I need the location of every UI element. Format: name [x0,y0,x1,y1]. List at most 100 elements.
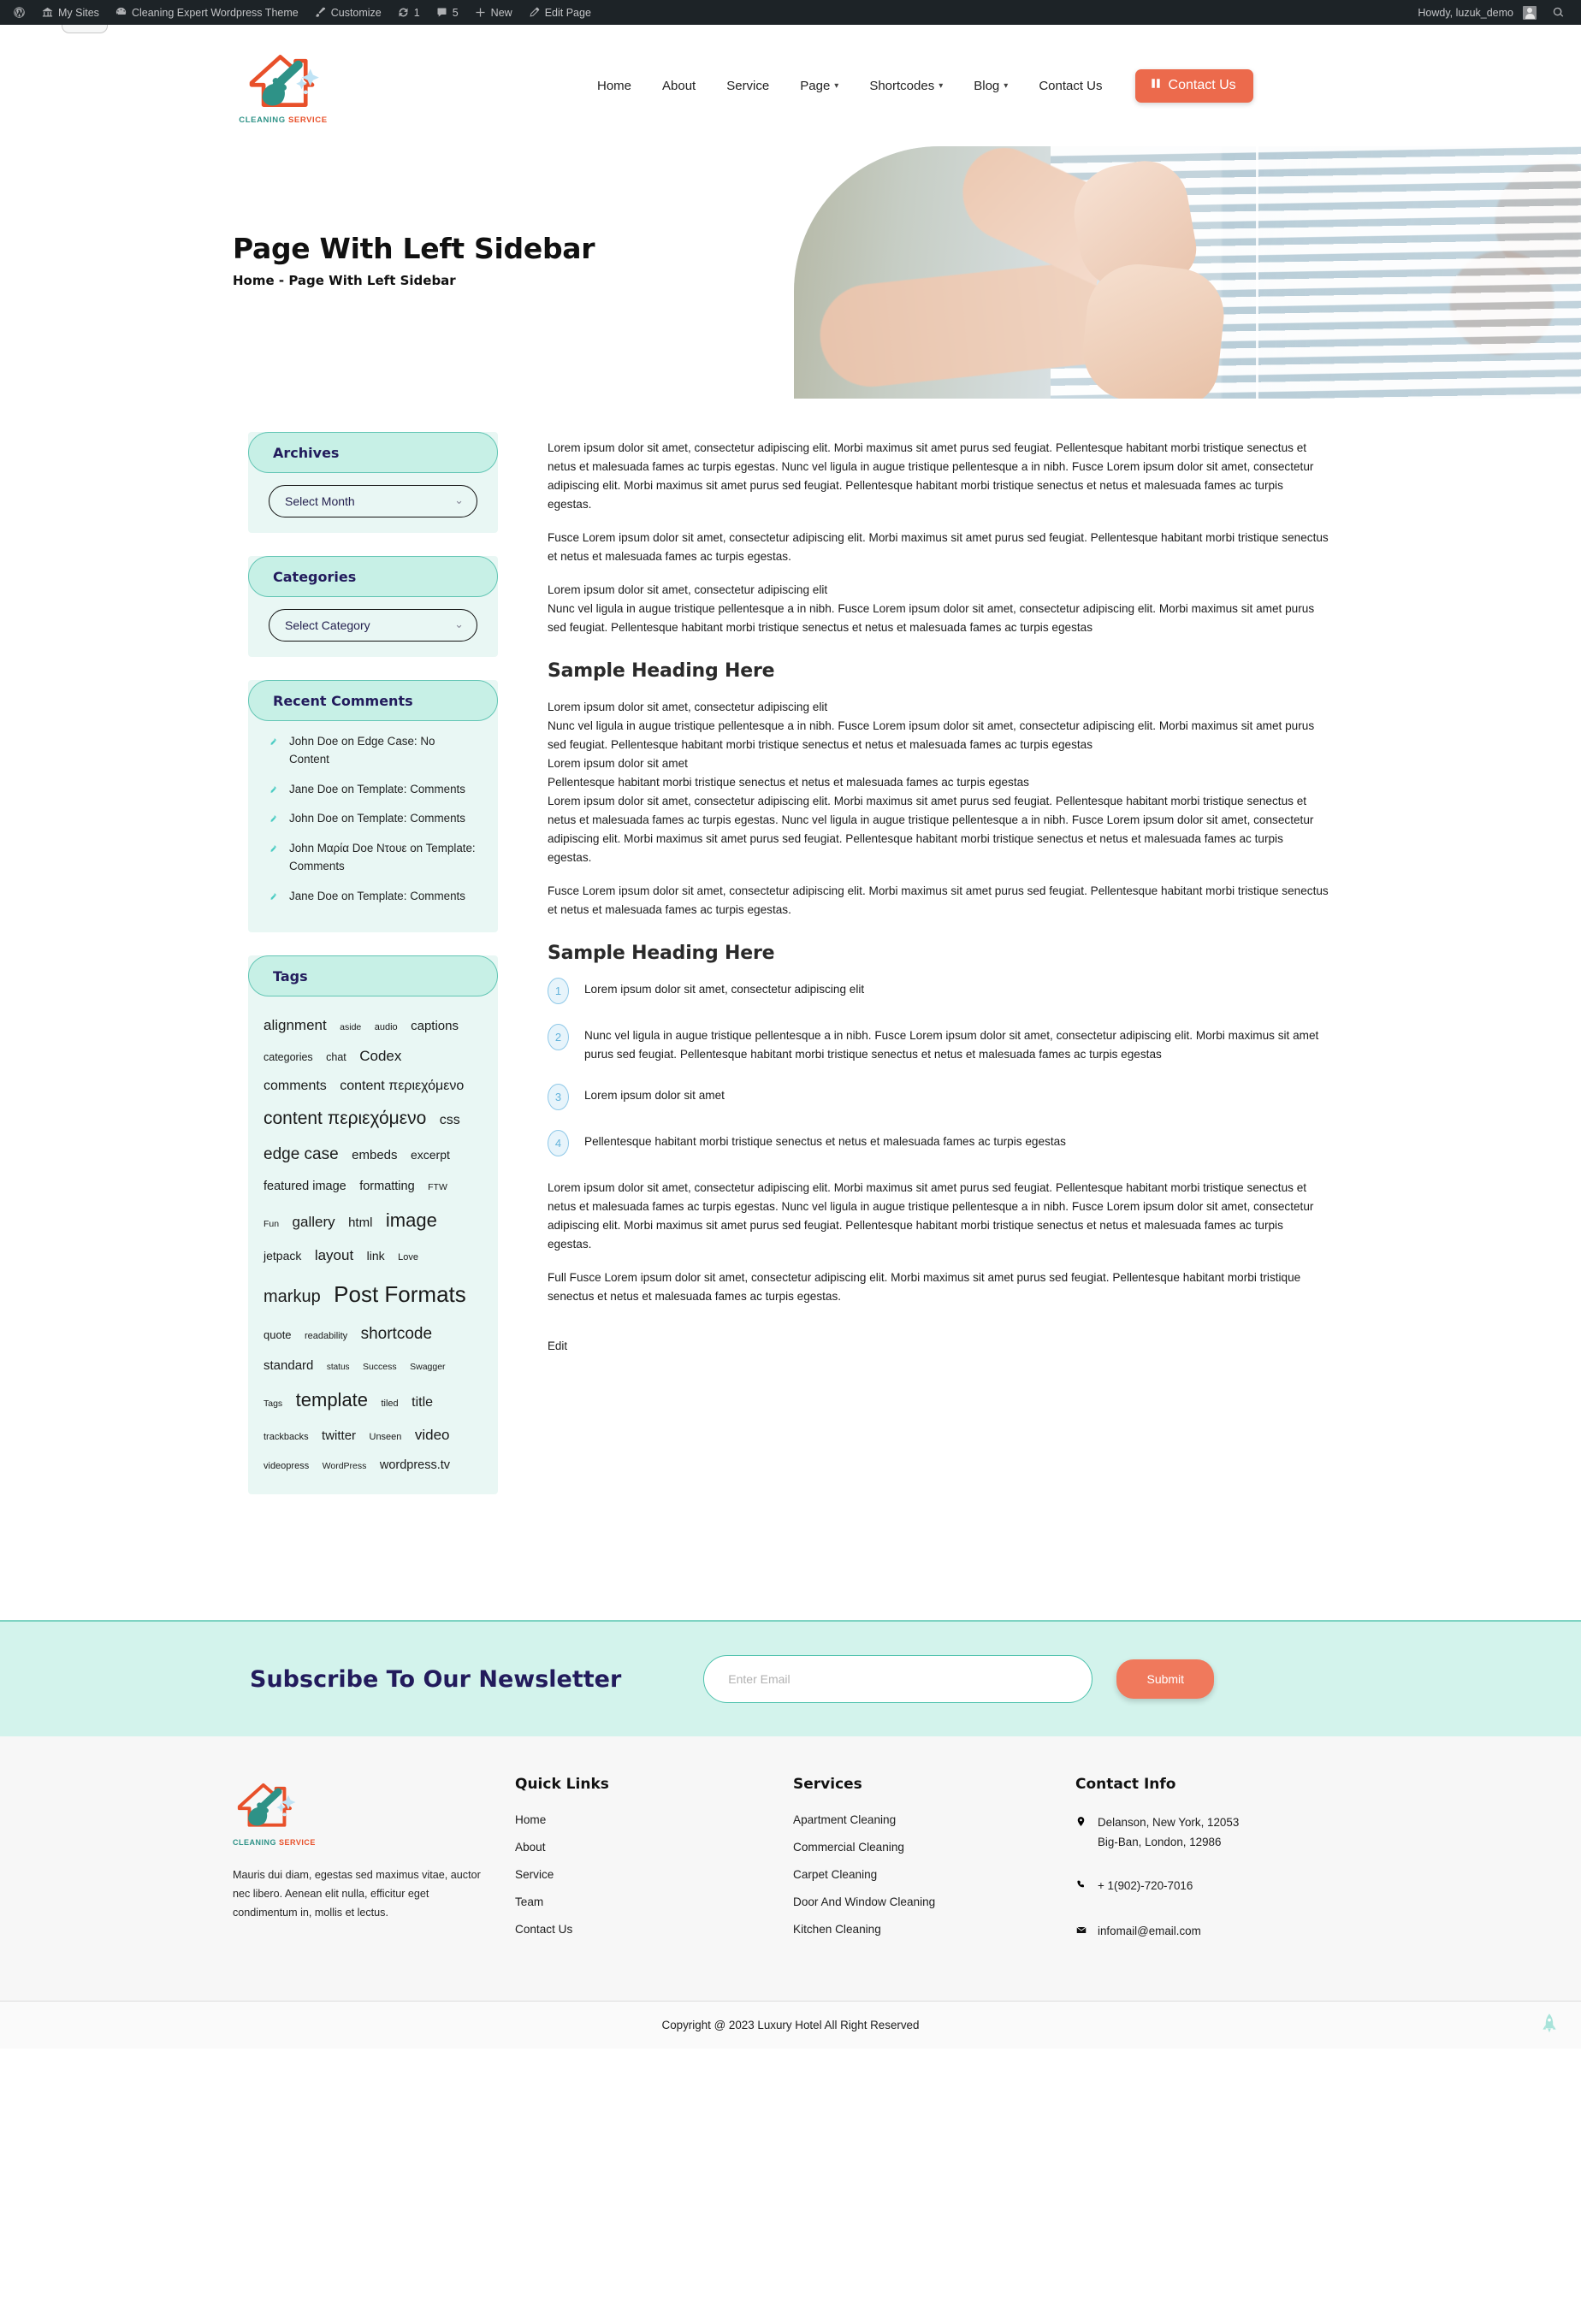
sites-icon [41,6,54,19]
tag-link[interactable]: status [327,1358,350,1376]
footer-link-service[interactable]: Service [515,1868,793,1881]
tag-link[interactable]: aside [340,1018,361,1037]
tag-link[interactable]: video [415,1420,450,1451]
tag-link[interactable]: Success [363,1357,397,1376]
tag-link[interactable]: Fun [264,1215,279,1233]
tag-link[interactable]: standard [264,1352,313,1380]
admin-bar-item-comments[interactable]: 5 [428,0,466,25]
widget-title-archives: Archives [248,432,498,473]
footer-service-door-and-window-cleaning[interactable]: Door And Window Cleaning [793,1895,1075,1908]
tag-link[interactable]: Love [398,1248,418,1268]
nav-item-home[interactable]: Home [582,79,647,93]
tag-link[interactable]: html [348,1209,372,1237]
tag-link[interactable]: formatting [359,1174,414,1199]
footer-services-column: Services Apartment Cleaning Commercial C… [793,1776,1075,1966]
nav-item-service[interactable]: Service [711,79,785,93]
tag-link[interactable]: link [367,1244,385,1268]
tag-link[interactable]: title [412,1388,433,1417]
tag-link[interactable]: categories [264,1046,313,1068]
footer-link-team[interactable]: Team [515,1895,793,1908]
tag-link[interactable]: comments [264,1072,327,1101]
tag-link[interactable]: captions [411,1013,459,1040]
tag-link[interactable]: Codex [359,1041,401,1072]
tag-link[interactable]: audio [375,1018,398,1038]
tag-link[interactable]: chat [326,1046,346,1068]
footer-link-about[interactable]: About [515,1841,793,1854]
tag-link[interactable]: excerpt [411,1143,450,1168]
logo-text-primary: CLEANING [239,115,286,125]
newsletter-email-input[interactable] [703,1655,1093,1704]
tag-link[interactable]: embeds [352,1142,397,1169]
admin-bar-wp-logo[interactable] [5,0,33,25]
tag-link[interactable]: alignment [264,1010,327,1041]
tag-link[interactable]: gallery [293,1207,335,1238]
admin-bar-search[interactable] [1544,0,1572,25]
edit-page-link[interactable]: Edit [548,1339,567,1352]
footer-link-home[interactable]: Home [515,1813,793,1826]
archives-select[interactable]: Select Month [269,485,477,517]
footer-service-kitchen-cleaning[interactable]: Kitchen Cleaning [793,1923,1075,1936]
nav-item-page[interactable]: Page ▾ [785,79,854,93]
tag-link[interactable]: WordPress [323,1457,367,1475]
nav-label: About [662,78,696,93]
footer-about-text: Mauris dui diam, egestas sed maximus vit… [233,1869,481,1919]
admin-bar-item-updates[interactable]: 1 [389,0,428,25]
updates-icon [397,6,410,19]
footer-phone[interactable]: + 1(902)-720-7016 [1075,1877,1239,1898]
tag-link[interactable]: videopress [264,1457,309,1476]
tag-link[interactable]: shortcode [361,1317,432,1351]
tag-link[interactable]: tiled [381,1394,398,1414]
tag-link[interactable]: Post Formats [334,1271,466,1318]
tag-link[interactable]: featured image [264,1174,346,1199]
admin-bar-item-edit-page[interactable]: Edit Page [520,0,599,25]
footer-address-line-2: Big-Ban, London, 12986 [1098,1836,1222,1849]
tag-link[interactable]: layout [315,1240,353,1271]
tag-link[interactable]: wordpress.tv [380,1452,450,1478]
nav-item-blog[interactable]: Blog ▾ [958,79,1023,93]
section-heading-2: Sample Heading Here [548,943,775,965]
admin-bar-item-site-name[interactable]: Cleaning Expert Wordpress Theme [107,0,306,25]
footer-email[interactable]: infomail@email.com [1075,1922,1239,1943]
tag-link[interactable]: jetpack [264,1244,301,1268]
nav-item-about[interactable]: About [647,79,711,93]
rocket-icon[interactable] [1540,2013,1559,2038]
tag-link[interactable]: FTW [428,1178,447,1197]
footer-service-commercial-cleaning[interactable]: Commercial Cleaning [793,1841,1075,1854]
howdy-label: Howdy, luzuk_demo [1418,6,1513,19]
tag-link[interactable]: Unseen [370,1428,402,1447]
tag-link[interactable]: twitter [322,1422,356,1450]
tag-link[interactable]: Swagger [410,1357,445,1376]
admin-bar-item-my-sites[interactable]: My Sites [33,0,107,25]
tag-link[interactable]: Tags [264,1394,282,1413]
list-item[interactable]: John Doe on Template: Comments [269,810,477,828]
tag-link[interactable]: edge case [264,1138,339,1172]
admin-bar-my-account[interactable]: Howdy, luzuk_demo [1410,0,1544,25]
tag-link[interactable]: trackbacks [264,1428,309,1447]
tag-link[interactable]: image [386,1201,437,1240]
list-item[interactable]: John Doe on Edge Case: No Content [269,733,477,769]
tag-link[interactable]: content περιεχόμενο [340,1072,464,1101]
tag-link[interactable]: template [296,1381,368,1420]
footer-service-apartment-cleaning[interactable]: Apartment Cleaning [793,1813,1075,1826]
categories-select[interactable]: Select Category [269,609,477,642]
tag-link[interactable]: quote [264,1323,292,1346]
widget-recent-comments: Recent Comments John Doe on Edge Case: N… [248,680,498,933]
list-item[interactable]: Jane Doe on Template: Comments [269,781,477,799]
footer-link-contact-us[interactable]: Contact Us [515,1923,793,1936]
list-item[interactable]: Jane Doe on Template: Comments [269,888,477,906]
tag-link[interactable]: markup [264,1279,321,1315]
list-item[interactable]: John Μαρία Doe Ντουε on Template: Commen… [269,840,477,876]
paragraph-3-line-1: Lorem ipsum dolor sit amet, consectetur … [548,583,828,597]
footer-contact-column: Contact Info Delanson, New York, 12053 B… [1075,1776,1239,1966]
tag-link[interactable]: readability [305,1327,347,1346]
tag-link[interactable]: css [440,1106,460,1135]
header-contact-cta-button[interactable]: Contact Us [1134,68,1253,103]
nav-item-contact-us[interactable]: Contact Us [1023,79,1117,93]
nav-item-shortcodes[interactable]: Shortcodes ▾ [854,79,958,93]
admin-bar-item-new[interactable]: New [466,0,520,25]
site-logo[interactable]: CLEANING SERVICE [233,46,334,125]
newsletter-submit-button[interactable]: Submit [1116,1659,1215,1700]
admin-bar-item-customize[interactable]: Customize [306,0,389,25]
footer-service-carpet-cleaning[interactable]: Carpet Cleaning [793,1868,1075,1881]
tag-link[interactable]: content περιεχόμενο [264,1100,426,1138]
